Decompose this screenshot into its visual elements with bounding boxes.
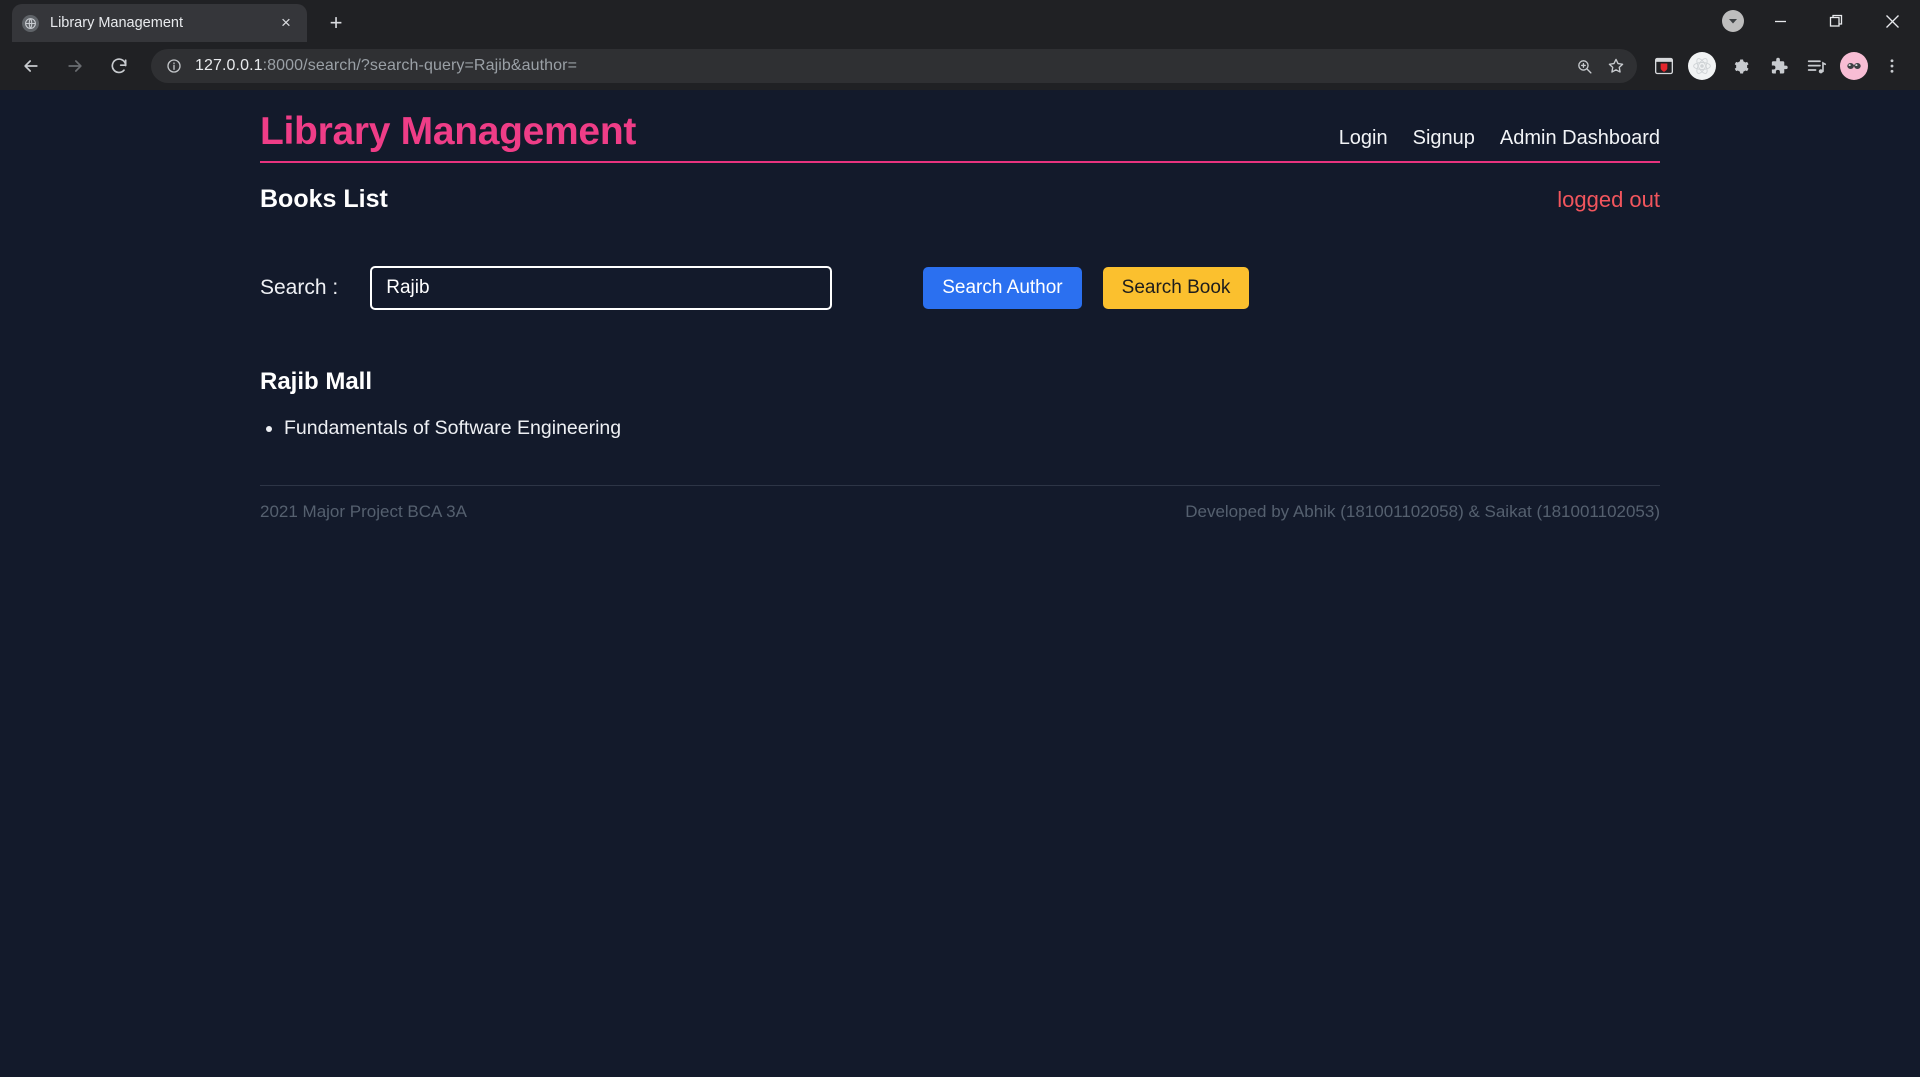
url-host: 127.0.0.1 [195, 57, 263, 74]
browser-menu-button[interactable] [1875, 49, 1909, 83]
star-icon[interactable] [1601, 51, 1631, 81]
puzzle-extensions-icon[interactable] [1761, 49, 1795, 83]
page-container: Library Management Login Signup Admin Da… [260, 90, 1660, 522]
nav-link-login[interactable]: Login [1339, 127, 1388, 150]
minimize-button[interactable] [1752, 0, 1808, 42]
search-author-button[interactable]: Search Author [923, 266, 1082, 309]
browser-tab[interactable]: Library Management × [12, 4, 307, 42]
new-tab-button[interactable]: + [321, 8, 351, 38]
maximize-button[interactable] [1808, 0, 1864, 42]
globe-favicon [22, 14, 39, 32]
tab-strip: Library Management × + [0, 0, 1920, 42]
settings-gear-extension-icon[interactable] [1723, 49, 1757, 83]
search-results: Rajib Mall Fundamentals of Software Engi… [260, 368, 1660, 443]
avatar [1840, 52, 1868, 80]
footer-right-text: Developed by Abhik (181001102058) & Saik… [1185, 502, 1660, 522]
site-brand[interactable]: Library Management [260, 111, 636, 153]
page-subheader: Books List logged out [260, 185, 1660, 214]
nav-link-signup[interactable]: Signup [1413, 127, 1475, 150]
result-book-list: Fundamentals of Software Engineering [260, 414, 1660, 443]
profile-avatar-icon[interactable] [1837, 49, 1871, 83]
nav-links: Login Signup Admin Dashboard [1339, 127, 1660, 150]
tab-title: Library Management [50, 15, 183, 31]
footer-left-text: 2021 Major Project BCA 3A [260, 502, 467, 522]
back-button[interactable] [13, 48, 49, 84]
result-author-name: Rajib Mall [260, 367, 373, 395]
close-tab-icon[interactable]: × [275, 12, 297, 34]
page-viewport: Library Management Login Signup Admin Da… [0, 90, 1920, 1077]
status-badge: logged out [1557, 186, 1660, 212]
react-devtools-extension-icon[interactable] [1685, 49, 1719, 83]
page-footer: 2021 Major Project BCA 3A Developed by A… [260, 485, 1660, 522]
pocket-extension-icon[interactable] [1647, 49, 1681, 83]
browser-window: Library Management × + 127.0.0.1:8000/se… [0, 0, 1920, 1077]
site-info-icon[interactable] [163, 55, 185, 77]
window-controls [1714, 0, 1920, 42]
page-title: Books List [260, 184, 388, 213]
download-arrow-icon [1722, 10, 1744, 32]
react-logo-icon [1688, 52, 1716, 80]
playlist-extension-icon[interactable] [1799, 49, 1833, 83]
downloads-button[interactable] [1714, 0, 1752, 42]
search-input[interactable] [370, 265, 833, 310]
reload-button[interactable] [101, 48, 137, 84]
forward-button[interactable] [57, 48, 93, 84]
url-path: :8000/search/?search-query=Rajib&author= [262, 57, 578, 74]
close-window-button[interactable] [1864, 0, 1920, 42]
zoom-in-icon[interactable] [1569, 51, 1599, 81]
site-navbar: Library Management Login Signup Admin Da… [260, 111, 1660, 163]
list-item[interactable]: Fundamentals of Software Engineering [284, 414, 1660, 443]
nav-link-admin-dashboard[interactable]: Admin Dashboard [1500, 127, 1660, 150]
address-bar-url: 127.0.0.1:8000/search/?search-query=Raji… [195, 57, 1567, 75]
browser-toolbar: 127.0.0.1:8000/search/?search-query=Raji… [0, 42, 1920, 90]
search-label: Search : [260, 275, 339, 299]
address-bar[interactable]: 127.0.0.1:8000/search/?search-query=Raji… [151, 49, 1637, 83]
search-form: Search : Search Author Search Book [260, 265, 1660, 310]
search-book-button[interactable]: Search Book [1102, 266, 1250, 309]
